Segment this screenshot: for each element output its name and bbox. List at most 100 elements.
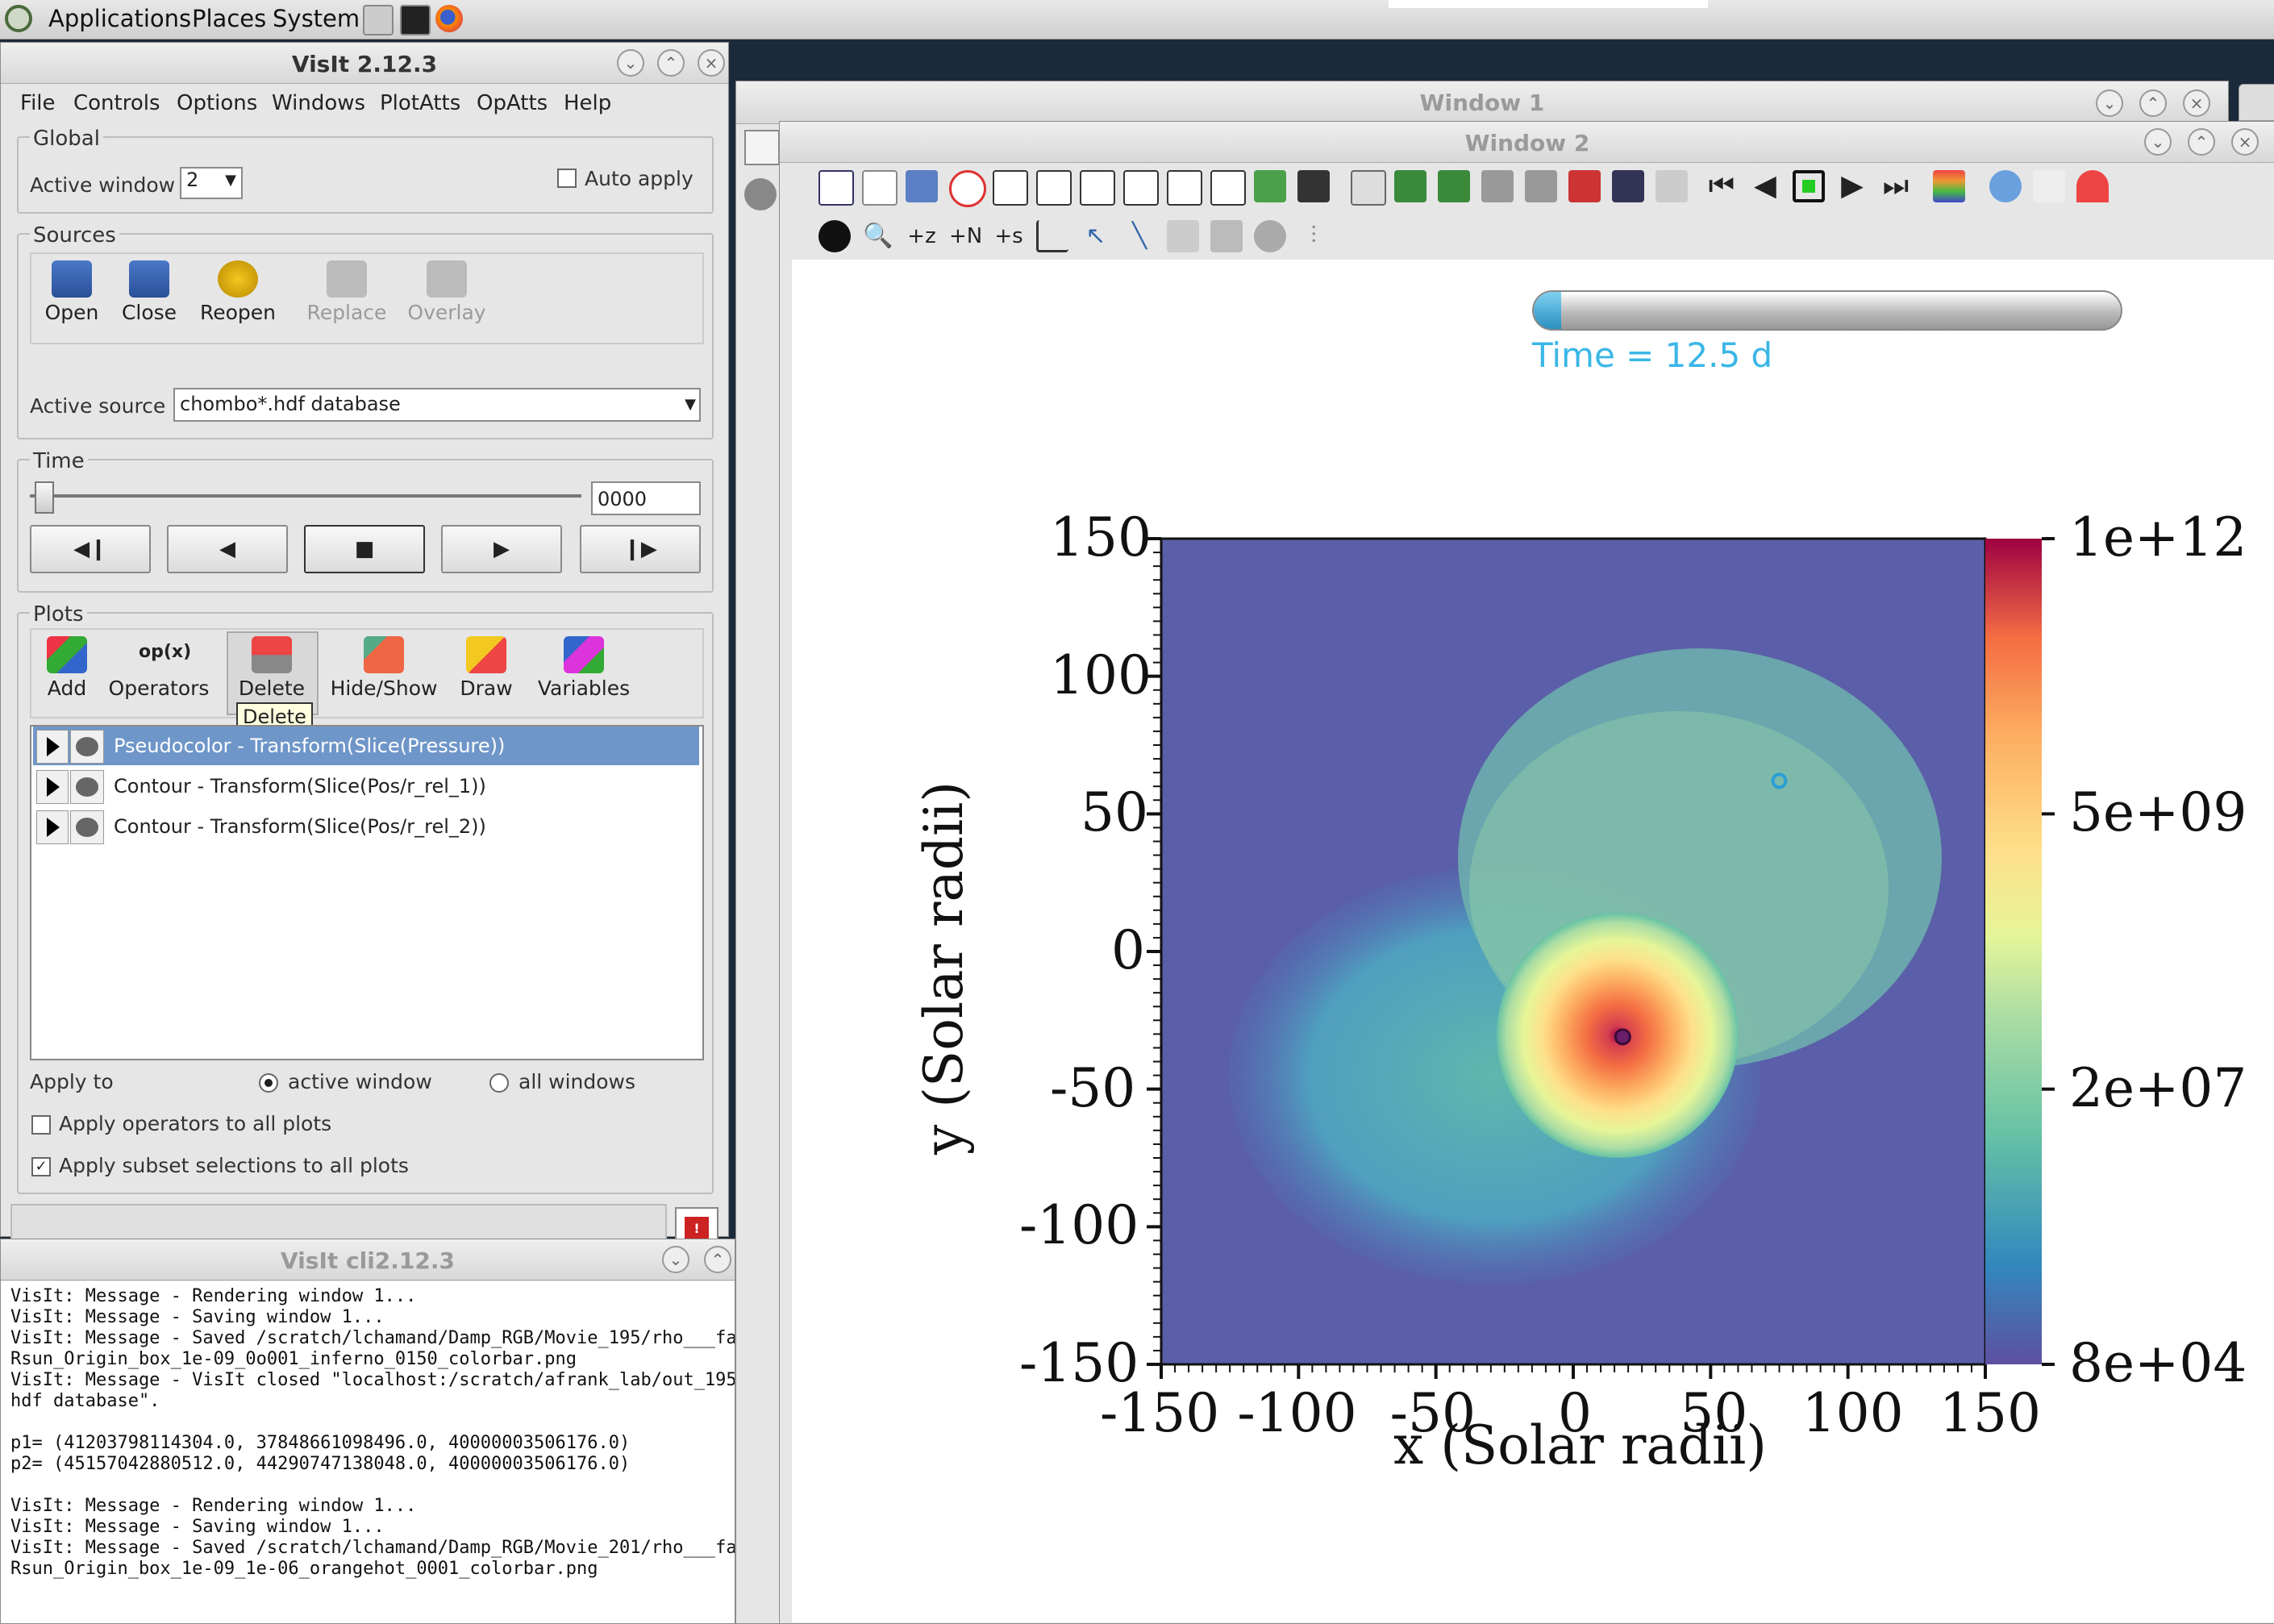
maximize-icon[interactable]: ⌃: [2188, 128, 2215, 156]
zoom-mode-icon[interactable]: 🔍: [862, 220, 894, 252]
recenter-icon[interactable]: [1438, 170, 1470, 202]
terminal-icon[interactable]: [400, 5, 431, 35]
firefox-icon[interactable]: [435, 5, 463, 32]
add-window-icon[interactable]: [818, 170, 854, 206]
draw-button[interactable]: Draw: [452, 636, 520, 700]
maximize-icon[interactable]: ⌃: [704, 1246, 731, 1273]
clone-window-icon[interactable]: [862, 170, 898, 206]
expand-arrow-icon[interactable]: [36, 810, 69, 844]
lock-view-icon[interactable]: [1297, 170, 1330, 202]
next-frame-icon[interactable]: ⏭: [1880, 170, 1912, 202]
minimize-icon[interactable]: ⌄: [662, 1246, 689, 1273]
tool-icon[interactable]: [1989, 170, 2022, 202]
toolbar-icon[interactable]: [744, 130, 780, 165]
layout-2x3-icon[interactable]: [1123, 170, 1159, 206]
window-2-titlebar[interactable]: Window 2 ⌄ ⌃ ×: [780, 122, 2274, 163]
menu-windows[interactable]: Windows: [272, 91, 365, 115]
expand-arrow-icon[interactable]: [36, 730, 69, 764]
minimize-icon[interactable]: ⌄: [617, 49, 644, 77]
places-menu[interactable]: Places: [192, 5, 266, 32]
camera-icon[interactable]: [1568, 170, 1601, 202]
operators-button[interactable]: op(x) Operators: [102, 636, 215, 700]
play-icon[interactable]: ▶: [1836, 170, 1868, 202]
open-button[interactable]: Open: [38, 260, 106, 324]
active-window-radio[interactable]: [259, 1073, 278, 1093]
replace-button[interactable]: Replace: [302, 260, 391, 324]
camera-icon[interactable]: [1612, 170, 1644, 202]
close-icon[interactable]: ×: [2231, 128, 2259, 156]
all-windows-radio[interactable]: [489, 1073, 509, 1093]
plot-list-item[interactable]: Contour - Transform(Slice(Pos/r_rel_2)): [33, 807, 699, 846]
perspective-icon[interactable]: [1351, 170, 1386, 206]
maximize-icon[interactable]: ⌃: [2139, 90, 2167, 117]
stop-button[interactable]: ■: [304, 525, 425, 573]
tool-icon[interactable]: [2076, 170, 2109, 202]
file-manager-icon[interactable]: [363, 5, 394, 35]
reopen-button[interactable]: Reopen: [198, 260, 278, 324]
time-slider-handle[interactable]: [35, 481, 54, 514]
layout-2x4-icon[interactable]: [1167, 170, 1202, 206]
active-window-select[interactable]: 2 ▼: [180, 167, 243, 199]
delete-window-icon[interactable]: [949, 170, 986, 207]
overlay-button[interactable]: Overlay: [402, 260, 491, 324]
maximize-icon[interactable]: ⌃: [657, 49, 685, 77]
close-icon[interactable]: ×: [698, 49, 725, 77]
close-button[interactable]: Close: [115, 260, 183, 324]
layout-1x1-icon[interactable]: [993, 170, 1028, 206]
reset-view-icon[interactable]: [1394, 170, 1426, 202]
menu-controls[interactable]: Controls: [73, 91, 160, 115]
color-table-icon[interactable]: [1933, 170, 1965, 202]
visibility-icon[interactable]: [70, 730, 104, 764]
time-state-field[interactable]: 0000: [591, 481, 701, 515]
plot-canvas[interactable]: Time = 12.5 d x (Solar radii) y (Solar r…: [792, 260, 2274, 1622]
cli-output[interactable]: VisIt: Message - Rendering window 1... Vi…: [1, 1281, 735, 1623]
reverse-play-button[interactable]: ◀: [167, 525, 288, 573]
cli-titlebar[interactable]: VisIt cli2.12.3 ⌄ ⌃: [1, 1239, 735, 1280]
navigate-icon[interactable]: [744, 178, 777, 210]
step-forward-button[interactable]: ❙▶: [580, 525, 701, 573]
delete-plot-button[interactable]: Delete: [230, 636, 314, 700]
menu-help[interactable]: Help: [564, 91, 611, 115]
menu-file[interactable]: File: [20, 91, 56, 115]
query-over-time-icon[interactable]: [1036, 220, 1068, 252]
minimize-icon[interactable]: ⌄: [2144, 128, 2172, 156]
active-source-select[interactable]: chombo*.hdf database ▼: [173, 388, 701, 422]
window-1-titlebar[interactable]: Window 1 ⌄ ⌃ ×: [736, 81, 2228, 124]
plot-list-item-selected[interactable]: Pseudocolor - Transform(Slice(Pressure)): [33, 727, 699, 765]
copy-window-icon[interactable]: [906, 170, 938, 202]
apply-operators-checkbox[interactable]: [31, 1115, 51, 1135]
layout-3x3-icon[interactable]: [1210, 170, 1246, 206]
spin-icon[interactable]: [1254, 170, 1286, 202]
plot-list-item[interactable]: Contour - Transform(Slice(Pos/r_rel_1)): [33, 767, 699, 806]
menu-options[interactable]: Options: [177, 91, 257, 115]
applications-menu[interactable]: Applications: [48, 5, 191, 32]
main-titlebar[interactable]: VisIt 2.12.3 ⌄ ⌃ ×: [1, 43, 728, 84]
first-frame-icon[interactable]: ⏮: [1706, 170, 1738, 202]
stop-icon[interactable]: [1793, 170, 1825, 202]
play-button[interactable]: ▶: [441, 525, 562, 573]
navigate-mode-icon[interactable]: [818, 220, 851, 252]
spreadsheet-pick-icon[interactable]: +s: [993, 220, 1025, 252]
apply-subset-checkbox[interactable]: ✓: [31, 1157, 51, 1176]
gnome-logo-icon[interactable]: [5, 5, 32, 32]
hide-show-button[interactable]: Hide/Show: [323, 636, 444, 700]
camera-icon[interactable]: [1481, 170, 1514, 202]
expand-arrow-icon[interactable]: [36, 770, 69, 804]
minimize-icon[interactable]: ⌄: [2096, 90, 2123, 117]
rewind-button[interactable]: ◀❙: [30, 525, 151, 573]
time-slider-track[interactable]: [30, 494, 581, 498]
auto-apply-checkbox[interactable]: [557, 169, 577, 188]
add-plot-button[interactable]: Add: [36, 636, 98, 700]
zone-pick-icon[interactable]: +z: [906, 220, 938, 252]
line-icon[interactable]: ╲: [1123, 220, 1156, 252]
prev-frame-icon[interactable]: ◀: [1749, 170, 1781, 202]
variables-button[interactable]: Variables: [530, 636, 638, 700]
visibility-icon[interactable]: [70, 770, 104, 804]
lineout-icon[interactable]: ↖: [1080, 220, 1112, 252]
visibility-icon[interactable]: [70, 810, 104, 844]
layout-1x2-icon[interactable]: [1036, 170, 1072, 206]
system-menu[interactable]: System: [273, 5, 360, 32]
node-pick-icon[interactable]: +N: [949, 220, 982, 252]
menu-plotatts[interactable]: PlotAtts: [380, 91, 460, 115]
tool-icon[interactable]: [2033, 170, 2065, 202]
